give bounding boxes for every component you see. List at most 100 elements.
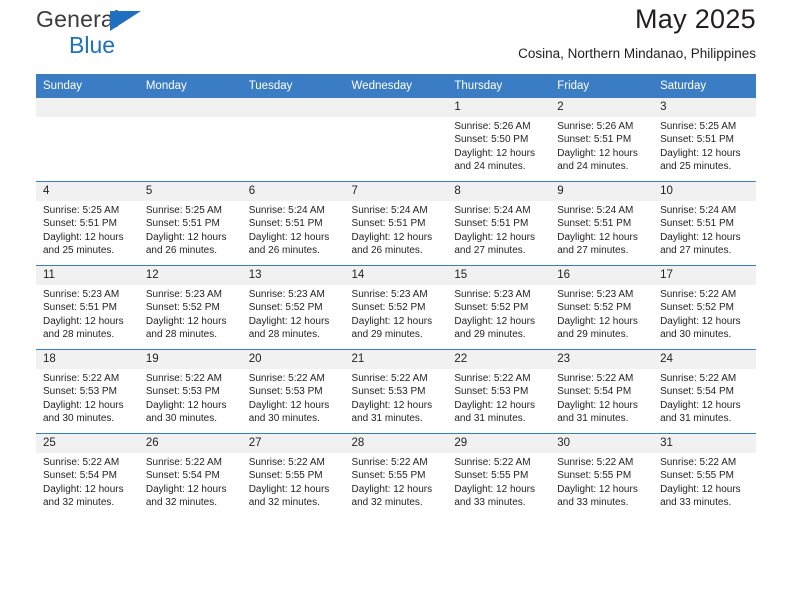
day-number (344, 98, 448, 117)
daylight-text: Daylight: 12 hours and 25 minutes. (43, 231, 124, 257)
sunset-text: Sunset: 5:55 PM (454, 470, 529, 482)
calendar-day-cell[interactable]: 6 Sunrise: 5:24 AM Sunset: 5:51 PM Daylight… (241, 181, 345, 266)
sunset-text: Sunset: 5:53 PM (351, 386, 426, 398)
day-sun-info: Sunrise: 5:23 AM Sunset: 5:52 PM Daylight:… (447, 285, 550, 342)
calendar-day-cell-empty (241, 97, 345, 182)
sunset-text: Sunset: 5:54 PM (660, 386, 734, 398)
calendar-day-cell[interactable]: 3 Sunrise: 5:25 AM Sunset: 5:51 PM Daylight… (653, 97, 756, 182)
day-number: 15 (447, 266, 551, 285)
weekday-header-sunday: Sunday (36, 74, 139, 98)
day-cell-inner: 7 Sunrise: 5:24 AM Sunset: 5:51 PM Daylight… (344, 182, 448, 265)
calendar-day-cell[interactable]: 2 Sunrise: 5:26 AM Sunset: 5:51 PM Daylight… (550, 97, 654, 182)
day-sun-info: Sunrise: 5:25 AM Sunset: 5:51 PM Daylight:… (139, 201, 242, 258)
calendar-day-cell[interactable]: 19 Sunrise: 5:22 AM Sunset: 5:53 PM Dayligh… (138, 349, 242, 434)
day-sun-info (242, 117, 345, 120)
calendar-day-cell[interactable]: 22 Sunrise: 5:22 AM Sunset: 5:53 PM Dayligh… (447, 349, 551, 434)
sunrise-text: Sunrise: 5:22 AM (660, 289, 737, 300)
calendar-day-cell[interactable]: 30 Sunrise: 5:22 AM Sunset: 5:55 PM Dayligh… (550, 433, 654, 517)
calendar-week-row: 25 Sunrise: 5:22 AM Sunset: 5:54 PM Dayligh… (36, 433, 756, 517)
calendar-day-cell[interactable]: 16 Sunrise: 5:23 AM Sunset: 5:52 PM Dayligh… (550, 265, 654, 350)
sunset-text: Sunset: 5:51 PM (660, 218, 734, 230)
day-sun-info: Sunrise: 5:25 AM Sunset: 5:51 PM Daylight:… (36, 201, 139, 258)
logo-word-general: General (36, 6, 120, 32)
calendar-day-cell[interactable]: 17 Sunrise: 5:22 AM Sunset: 5:52 PM Dayligh… (653, 265, 756, 350)
calendar-day-cell[interactable]: 10 Sunrise: 5:24 AM Sunset: 5:51 PM Dayligh… (653, 181, 756, 266)
sunrise-text: Sunrise: 5:23 AM (454, 289, 531, 300)
calendar-day-cell[interactable]: 24 Sunrise: 5:22 AM Sunset: 5:54 PM Dayligh… (653, 349, 756, 434)
day-number: 21 (344, 350, 448, 369)
sunrise-text: Sunrise: 5:22 AM (660, 373, 737, 384)
day-sun-info: Sunrise: 5:23 AM Sunset: 5:51 PM Daylight:… (36, 285, 139, 342)
calendar-body: 1 Sunrise: 5:26 AM Sunset: 5:50 PM Daylight… (36, 97, 756, 517)
sunset-text: Sunset: 5:54 PM (557, 386, 632, 398)
daylight-text: Daylight: 12 hours and 24 minutes. (557, 147, 638, 173)
logo-word-blue: Blue (69, 32, 116, 58)
calendar-day-cell[interactable]: 28 Sunrise: 5:22 AM Sunset: 5:55 PM Dayligh… (344, 433, 448, 517)
sunrise-text: Sunrise: 5:23 AM (351, 289, 428, 300)
day-number: 1 (447, 98, 551, 117)
day-number: 26 (138, 434, 242, 453)
calendar-day-cell[interactable]: 12 Sunrise: 5:23 AM Sunset: 5:52 PM Dayligh… (138, 265, 242, 350)
day-cell-inner: 1 Sunrise: 5:26 AM Sunset: 5:50 PM Daylight… (447, 98, 551, 181)
calendar-day-cell[interactable]: 14 Sunrise: 5:23 AM Sunset: 5:52 PM Dayligh… (344, 265, 448, 350)
weekday-header-wednesday: Wednesday (344, 74, 448, 98)
calendar-day-cell[interactable]: 4 Sunrise: 5:25 AM Sunset: 5:51 PM Daylight… (36, 181, 139, 266)
day-cell-inner: 11 Sunrise: 5:23 AM Sunset: 5:51 PM Dayligh… (36, 266, 139, 349)
calendar-day-cell-empty (36, 97, 139, 182)
calendar-day-cell[interactable]: 13 Sunrise: 5:23 AM Sunset: 5:52 PM Dayligh… (241, 265, 345, 350)
day-cell-inner: 24 Sunrise: 5:22 AM Sunset: 5:54 PM Dayligh… (653, 350, 756, 433)
calendar-day-cell[interactable]: 8 Sunrise: 5:24 AM Sunset: 5:51 PM Daylight… (447, 181, 551, 266)
day-cell-inner: 31 Sunrise: 5:22 AM Sunset: 5:55 PM Dayligh… (653, 434, 756, 517)
day-cell-inner: 16 Sunrise: 5:23 AM Sunset: 5:52 PM Dayligh… (550, 266, 654, 349)
daylight-text: Daylight: 12 hours and 31 minutes. (454, 399, 535, 425)
daylight-text: Daylight: 12 hours and 30 minutes. (43, 399, 124, 425)
calendar-day-cell[interactable]: 5 Sunrise: 5:25 AM Sunset: 5:51 PM Daylight… (138, 181, 242, 266)
day-cell-inner: 12 Sunrise: 5:23 AM Sunset: 5:52 PM Dayligh… (138, 266, 242, 349)
sunset-text: Sunset: 5:52 PM (248, 302, 323, 314)
day-cell-inner: 8 Sunrise: 5:24 AM Sunset: 5:51 PM Daylight… (447, 182, 551, 265)
daylight-text: Daylight: 12 hours and 33 minutes. (557, 483, 638, 509)
daylight-text: Daylight: 12 hours and 32 minutes. (248, 483, 330, 509)
day-sun-info: Sunrise: 5:26 AM Sunset: 5:51 PM Daylight:… (550, 117, 653, 174)
day-sun-info: Sunrise: 5:23 AM Sunset: 5:52 PM Daylight:… (550, 285, 653, 342)
calendar-day-cell[interactable]: 26 Sunrise: 5:22 AM Sunset: 5:54 PM Dayligh… (138, 433, 242, 517)
calendar-day-cell[interactable]: 23 Sunrise: 5:22 AM Sunset: 5:54 PM Dayligh… (550, 349, 654, 434)
day-cell-inner: 3 Sunrise: 5:25 AM Sunset: 5:51 PM Daylight… (653, 98, 756, 181)
sunset-text: Sunset: 5:50 PM (454, 134, 529, 146)
calendar-day-cell[interactable]: 25 Sunrise: 5:22 AM Sunset: 5:54 PM Dayligh… (36, 433, 139, 517)
calendar-day-cell[interactable]: 29 Sunrise: 5:22 AM Sunset: 5:55 PM Dayligh… (447, 433, 551, 517)
day-number: 30 (550, 434, 654, 453)
general-blue-logo[interactable]: General Blue (36, 6, 141, 58)
calendar-head: Sunday Monday Tuesday Wednesday Thursday Frid… (36, 74, 756, 98)
calendar-day-cell[interactable]: 1 Sunrise: 5:26 AM Sunset: 5:50 PM Daylight… (447, 97, 551, 182)
daylight-text: Daylight: 12 hours and 33 minutes. (454, 483, 535, 509)
weekday-header-row: Sunday Monday Tuesday Wednesday Thursday Frid… (36, 74, 756, 98)
calendar-day-cell[interactable]: 20 Sunrise: 5:22 AM Sunset: 5:53 PM Dayligh… (241, 349, 345, 434)
day-number: 9 (550, 182, 654, 201)
day-number: 19 (138, 350, 242, 369)
daylight-text: Daylight: 12 hours and 29 minutes. (454, 315, 535, 341)
calendar-day-cell[interactable]: 9 Sunrise: 5:24 AM Sunset: 5:51 PM Daylight… (550, 181, 654, 266)
calendar-day-cell[interactable]: 27 Sunrise: 5:22 AM Sunset: 5:55 PM Dayligh… (241, 433, 345, 517)
calendar-day-cell[interactable]: 31 Sunrise: 5:22 AM Sunset: 5:55 PM Dayligh… (653, 433, 756, 517)
day-sun-info: Sunrise: 5:22 AM Sunset: 5:54 PM Daylight:… (139, 453, 242, 510)
calendar-day-cell[interactable]: 11 Sunrise: 5:23 AM Sunset: 5:51 PM Dayligh… (36, 265, 139, 350)
daylight-text: Daylight: 12 hours and 33 minutes. (660, 483, 741, 509)
day-cell-inner: 5 Sunrise: 5:25 AM Sunset: 5:51 PM Daylight… (138, 182, 242, 265)
day-number: 18 (36, 350, 139, 369)
day-number: 12 (138, 266, 242, 285)
day-sun-info: Sunrise: 5:22 AM Sunset: 5:55 PM Daylight:… (345, 453, 448, 510)
calendar-day-cell[interactable]: 21 Sunrise: 5:22 AM Sunset: 5:53 PM Dayligh… (344, 349, 448, 434)
calendar-day-cell[interactable]: 15 Sunrise: 5:23 AM Sunset: 5:52 PM Dayligh… (447, 265, 551, 350)
day-cell-inner: 20 Sunrise: 5:22 AM Sunset: 5:53 PM Dayligh… (241, 350, 345, 433)
sunrise-text: Sunrise: 5:22 AM (248, 373, 325, 384)
day-sun-info: Sunrise: 5:22 AM Sunset: 5:55 PM Daylight:… (447, 453, 550, 510)
calendar-day-cell[interactable]: 18 Sunrise: 5:22 AM Sunset: 5:53 PM Dayligh… (36, 349, 139, 434)
daylight-text: Daylight: 12 hours and 26 minutes. (351, 231, 433, 257)
sunset-text: Sunset: 5:51 PM (557, 134, 632, 146)
day-number (36, 98, 139, 117)
day-cell-inner: 30 Sunrise: 5:22 AM Sunset: 5:55 PM Dayligh… (550, 434, 654, 517)
sunrise-text: Sunrise: 5:23 AM (248, 289, 325, 300)
page-subtitle: Cosina, Northern Mindanao, Philippines (518, 46, 756, 61)
calendar-day-cell[interactable]: 7 Sunrise: 5:24 AM Sunset: 5:51 PM Daylight… (344, 181, 448, 266)
